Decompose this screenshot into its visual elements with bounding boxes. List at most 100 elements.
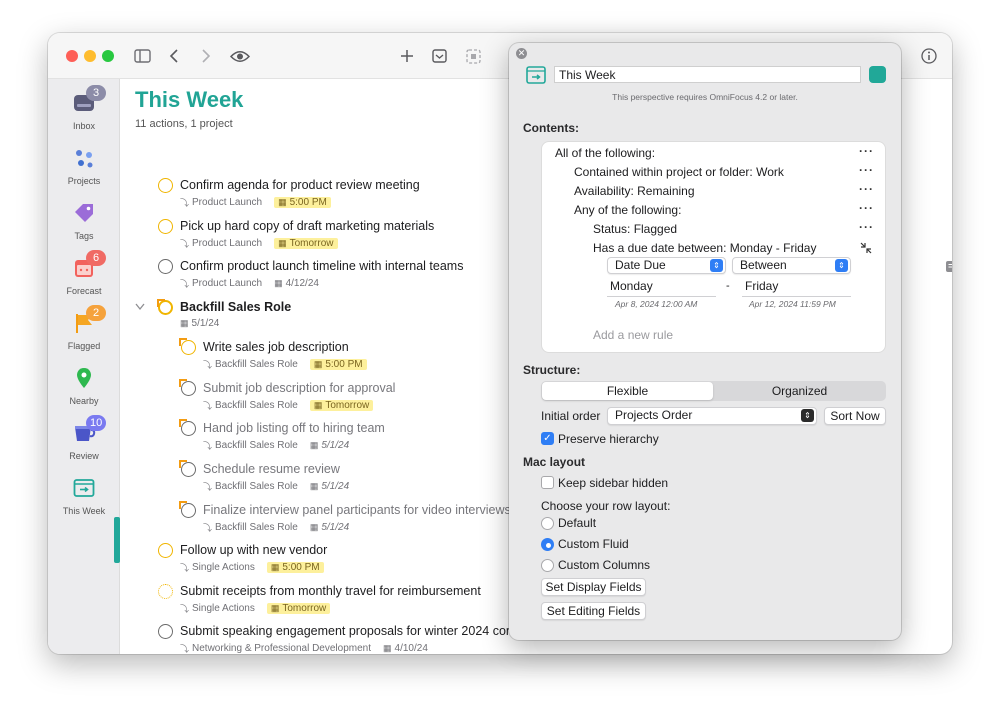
rule-availability[interactable]: Availability: Remaining — [574, 184, 695, 198]
add-rule-button[interactable]: Add a new rule — [593, 328, 673, 342]
inbox-download-icon[interactable] — [427, 44, 451, 68]
rule-contained-within[interactable]: Contained within project or folder: Work — [574, 165, 784, 179]
calendar-small-icon: ▦ — [383, 643, 392, 653]
task-title[interactable]: Confirm agenda for product review meetin… — [180, 178, 420, 192]
sidebar-item-projects[interactable]: Projects — [48, 146, 120, 202]
rule-options-button[interactable]: ··· — [859, 182, 874, 196]
task-checkbox[interactable] — [179, 460, 196, 477]
task-project: Product Launch — [192, 238, 263, 249]
collapse-icon[interactable] — [860, 242, 872, 254]
sidebar-item-this-week[interactable]: This Week — [48, 476, 120, 532]
keep-sidebar-hidden-checkbox[interactable] — [541, 476, 554, 489]
task-checkbox[interactable] — [179, 419, 196, 436]
sidebar-item-tags[interactable]: Tags — [48, 201, 120, 257]
calendar-small-icon: ▦ — [270, 562, 280, 572]
sidebar-item-forecast[interactable]: 6 Forecast — [48, 250, 120, 312]
task-checkbox[interactable] — [158, 543, 173, 558]
keep-sidebar-hidden-label: Keep sidebar hidden — [558, 476, 669, 490]
rule-due-date[interactable]: Has a due date between: Monday - Friday — [593, 241, 816, 255]
due-date: ▦ 5/1/24 — [180, 318, 220, 329]
plus-icon[interactable] — [395, 44, 419, 68]
rule-status-flagged[interactable]: Status: Flagged — [593, 222, 677, 236]
task-meta: ⤵ Backfill Sales Role ▦ Tomorrow — [203, 399, 374, 412]
forecast-badge: 6 — [86, 250, 106, 266]
capture-icon[interactable] — [461, 44, 485, 68]
preserve-hierarchy-checkbox[interactable]: ✓ — [541, 432, 554, 445]
task-checkbox[interactable] — [158, 219, 173, 234]
task-project: Networking & Professional Development — [192, 643, 371, 654]
rule-options-button[interactable]: ··· — [859, 163, 874, 177]
project-title[interactable]: Backfill Sales Role — [180, 300, 291, 314]
task-title[interactable]: Submit job description for approval — [203, 381, 395, 395]
rule-options-button[interactable]: ··· — [859, 220, 874, 234]
task-meta: ⤵ Product Launch ▦ Tomorrow — [180, 237, 338, 250]
perspective-color-swatch[interactable] — [869, 66, 886, 83]
perspective-name-field[interactable]: This Week — [554, 66, 861, 83]
set-editing-fields-button[interactable]: Set Editing Fields — [541, 602, 646, 620]
date-field-select[interactable]: Date Due ⇕ — [607, 257, 726, 274]
flagged-badge: 2 — [86, 305, 106, 321]
set-display-fields-button[interactable]: Set Display Fields — [541, 578, 646, 596]
sort-now-button[interactable]: Sort Now — [824, 407, 886, 425]
task-title[interactable]: Pick up hard copy of draft marketing mat… — [180, 219, 434, 233]
forward-icon[interactable] — [194, 44, 218, 68]
row-layout-custom-columns-label: Custom Columns — [558, 558, 651, 572]
initial-order-select[interactable]: Projects Order ⇕ — [607, 407, 817, 425]
chevron-down-icon[interactable] — [135, 303, 145, 311]
inbox-badge: 3 — [86, 85, 106, 101]
rule-all-following[interactable]: All of the following: — [555, 146, 655, 160]
task-title[interactable]: Finalize interview panel participants fo… — [203, 503, 511, 517]
note-icon[interactable] — [946, 261, 952, 272]
row-layout-default-radio[interactable] — [541, 517, 554, 530]
sidebar-item-nearby[interactable]: Nearby — [48, 366, 120, 422]
task-title[interactable]: Submit speaking engagement proposals for… — [180, 624, 527, 638]
row-layout-custom-fluid-radio[interactable] — [541, 538, 554, 551]
task-checkbox[interactable] — [179, 379, 196, 396]
task-meta: ⤵ Backfill Sales Role ▦ 5/1/24 — [203, 521, 349, 534]
review-badge: 10 — [86, 415, 107, 431]
minimize-window-button[interactable] — [84, 50, 96, 62]
info-icon[interactable] — [917, 44, 941, 68]
defer-date: ▦ 4/12/24 — [274, 278, 319, 289]
eye-icon[interactable] — [228, 44, 252, 68]
date-range-dash: - — [726, 280, 730, 292]
structure-organized-option[interactable]: Organized — [714, 382, 885, 400]
perspective-editor-popover: ✕ This Week This perspective requires Om… — [509, 43, 901, 640]
perspective-icon[interactable] — [526, 66, 546, 84]
zoom-window-button[interactable] — [102, 50, 114, 62]
task-checkbox[interactable] — [179, 501, 196, 518]
end-date-field[interactable]: Friday — [742, 279, 851, 297]
task-checkbox[interactable] — [158, 259, 173, 274]
back-icon[interactable] — [162, 44, 186, 68]
sidebar-toggle-icon[interactable] — [130, 44, 154, 68]
task-checkbox[interactable] — [158, 624, 173, 639]
due-date: ▦ 5/1/24 — [309, 481, 350, 492]
task-checkbox[interactable] — [158, 178, 173, 193]
calendar-small-icon: ▦ — [309, 481, 319, 491]
task-checkbox[interactable] — [179, 338, 196, 355]
task-meta: ⤵ Product Launch ▦ 4/12/24 — [180, 277, 319, 290]
row-layout-custom-fluid-label: Custom Fluid — [558, 537, 629, 551]
structure-flexible-option[interactable]: Flexible — [542, 382, 713, 400]
task-title[interactable]: Submit receipts from monthly travel for … — [180, 584, 481, 598]
sidebar-item-flagged[interactable]: 2 Flagged — [48, 305, 120, 367]
rule-options-button[interactable]: ··· — [859, 144, 874, 158]
rule-options-button[interactable]: ··· — [859, 201, 874, 215]
start-date-field[interactable]: Monday — [607, 279, 716, 297]
project-checkbox[interactable] — [157, 299, 173, 315]
close-icon[interactable]: ✕ — [516, 48, 527, 59]
task-title[interactable]: Schedule resume review — [203, 462, 340, 476]
rule-any-following[interactable]: Any of the following: — [574, 203, 681, 217]
due-date: ▦ 5:00 PM — [266, 562, 324, 573]
sidebar-item-review[interactable]: 10 Review — [48, 415, 120, 477]
task-title[interactable]: Hand job listing off to hiring team — [203, 421, 385, 435]
date-operator-select[interactable]: Between ⇕ — [732, 257, 851, 274]
sidebar-item-inbox[interactable]: 3 Inbox — [48, 85, 120, 147]
close-window-button[interactable] — [66, 50, 78, 62]
task-title[interactable]: Follow up with new vendor — [180, 543, 327, 557]
row-layout-custom-columns-radio[interactable] — [541, 559, 554, 572]
task-title[interactable]: Confirm product launch timeline with int… — [180, 259, 463, 273]
sidebar-item-label: This Week — [62, 506, 106, 516]
task-checkbox[interactable] — [158, 584, 173, 599]
task-title[interactable]: Write sales job description — [203, 340, 349, 354]
